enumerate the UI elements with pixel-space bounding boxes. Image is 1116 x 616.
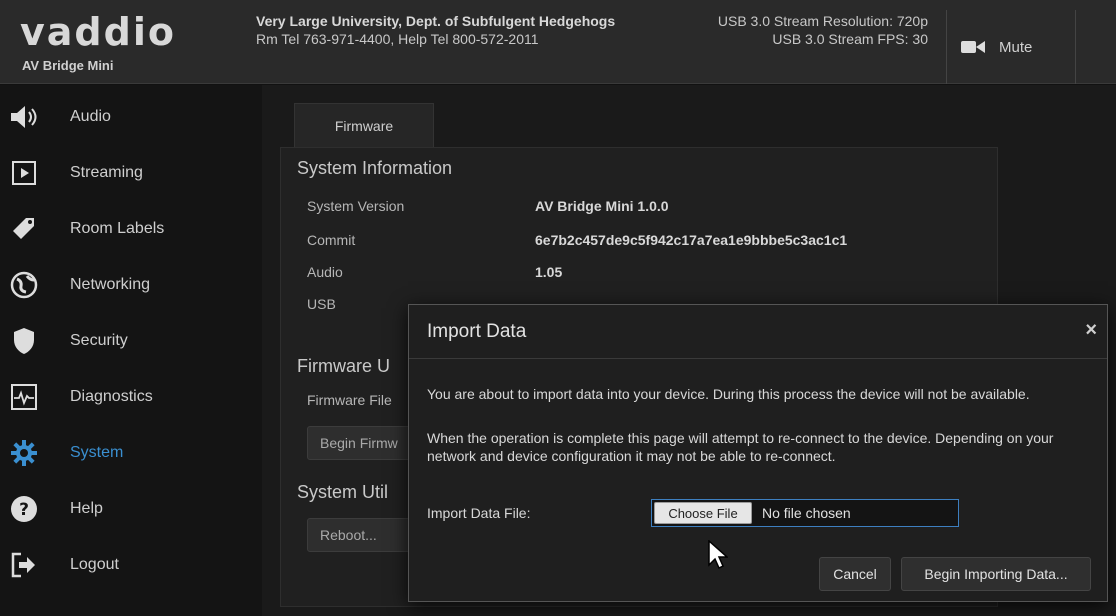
sidebar-item-label: Room Labels (70, 220, 165, 237)
video-camera-icon (961, 40, 987, 54)
sidebar-item-label: Streaming (70, 164, 143, 181)
sidebar-item-diagnostics[interactable]: Diagnostics (0, 369, 262, 425)
gear-icon (8, 437, 40, 469)
tab-firmware[interactable]: Firmware (294, 103, 434, 147)
sidebar-item-networking[interactable]: Networking (0, 257, 262, 313)
sidebar-item-streaming[interactable]: Streaming (0, 145, 262, 201)
logo-area: vaddio AV Bridge Mini (0, 0, 246, 84)
begin-importing-button[interactable]: Begin Importing Data... (901, 557, 1091, 591)
organization-contact: Rm Tel 763-971-4400, Help Tel 800-572-20… (256, 31, 539, 47)
header-bar: vaddio AV Bridge Mini Very Large Univers… (0, 0, 1116, 84)
sidebar-item-label: Help (70, 500, 103, 517)
import-file-input[interactable]: Choose File No file chosen (651, 499, 959, 527)
firmware-update-title: Firmware U (297, 356, 390, 376)
globe-icon (8, 269, 40, 301)
import-data-dialog: Import Data × You are about to import da… (408, 304, 1108, 602)
sidebar-item-security[interactable]: Security (0, 313, 262, 369)
sidebar-item-label: System (70, 444, 124, 461)
reboot-button[interactable]: Reboot... (307, 518, 417, 552)
organization-name: Very Large University, Dept. of Subfulge… (256, 13, 616, 29)
speaker-icon (8, 101, 40, 133)
mute-button[interactable]: Mute (946, 10, 1076, 84)
info-value: AV Bridge Mini 1.0.0 (535, 198, 669, 214)
dialog-title: Import Data (427, 321, 527, 342)
info-key: System Version (307, 198, 405, 214)
tag-icon (8, 213, 40, 245)
pulse-icon (8, 381, 40, 413)
file-status: No file chosen (762, 505, 851, 521)
sidebar-item-audio[interactable]: Audio (0, 89, 262, 145)
firmware-file-label: Firmware File (307, 392, 392, 408)
sidebar-item-system[interactable]: System (0, 425, 262, 481)
info-key: Audio (307, 264, 343, 280)
system-information-title: System Information (297, 158, 453, 178)
play-icon (8, 157, 40, 189)
sidebar-item-label: Logout (70, 556, 119, 573)
sidebar-item-help[interactable]: ? Help (0, 481, 262, 537)
room-info: Very Large University, Dept. of Subfulge… (256, 12, 615, 48)
cancel-button[interactable]: Cancel (819, 557, 891, 591)
mouse-cursor-icon (708, 539, 729, 570)
sidebar-nav: Audio Streaming Room Labels Networking S… (0, 85, 262, 616)
info-value: 1.05 (535, 264, 563, 280)
mute-label: Mute (999, 38, 1033, 56)
info-key: USB (307, 296, 336, 312)
dialog-reconnect-text: When the operation is complete this page… (427, 430, 1054, 464)
stream-info: USB 3.0 Stream Resolution: 720p USB 3.0 … (660, 12, 928, 48)
dialog-header: Import Data × (409, 305, 1107, 359)
sidebar-item-logout[interactable]: Logout (0, 537, 262, 593)
svg-text:?: ? (19, 500, 29, 520)
brand-logo: vaddio (20, 10, 176, 54)
info-key: Commit (307, 232, 356, 248)
close-icon[interactable]: × (1085, 319, 1097, 342)
question-icon: ? (8, 493, 40, 525)
product-name: AV Bridge Mini (22, 58, 114, 73)
sidebar-item-label: Audio (70, 108, 111, 125)
sidebar-item-room-labels[interactable]: Room Labels (0, 201, 262, 257)
system-utilities-title: System Util (297, 482, 389, 502)
sidebar-item-label: Diagnostics (70, 388, 153, 405)
shield-icon (8, 325, 40, 357)
sidebar-item-label: Networking (70, 276, 151, 293)
logout-icon (8, 549, 40, 581)
stream-fps: USB 3.0 Stream FPS: 30 (772, 31, 928, 47)
choose-file-button[interactable]: Choose File (654, 502, 752, 524)
info-value: 6e7b2c457de9c5f942c17a7ea1e9bbbe5c3ac1c1 (535, 232, 848, 248)
dialog-warning-text: You are about to import data into your d… (427, 386, 1030, 402)
stream-resolution: USB 3.0 Stream Resolution: 720p (717, 13, 928, 29)
sidebar-item-label: Security (70, 332, 128, 349)
import-file-label: Import Data File: (427, 505, 531, 521)
